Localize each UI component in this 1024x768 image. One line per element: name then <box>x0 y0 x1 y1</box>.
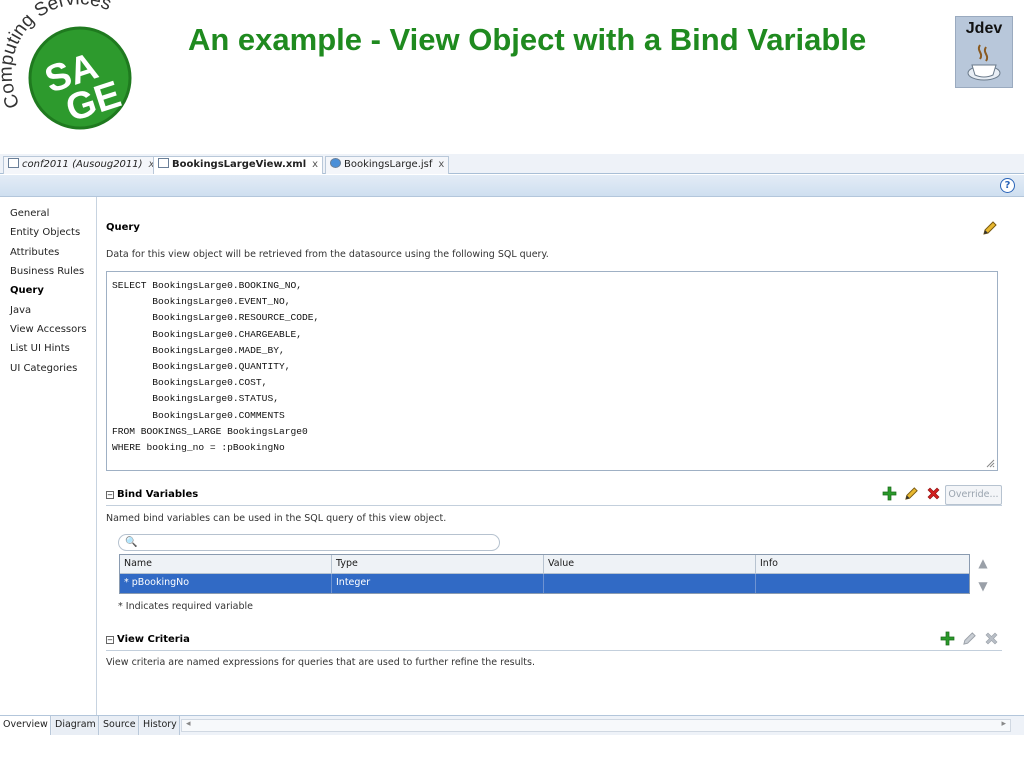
column-header-value[interactable]: Value <box>544 555 756 573</box>
xml-file-icon <box>158 158 169 168</box>
query-title: Query <box>106 222 140 233</box>
table-header: Name Type Value Info <box>120 555 969 574</box>
view-criteria-description: View criteria are named expressions for … <box>106 657 535 668</box>
table-row[interactable]: * pBookingNo Integer <box>120 574 969 593</box>
bind-variables-description: Named bind variables can be used in the … <box>106 513 447 524</box>
editor-tab-bar: conf2011 (Ausoug2011) x BookingsLargeView… <box>0 154 1024 174</box>
close-icon[interactable]: x <box>312 159 318 170</box>
column-header-type[interactable]: Type <box>332 555 544 573</box>
sql-query-textarea[interactable]: SELECT BookingsLarge0.BOOKING_NO, Bookin… <box>106 271 998 471</box>
section-divider <box>106 505 1002 506</box>
scroll-right-icon[interactable]: ▸ <box>1001 719 1006 729</box>
resize-grip-icon[interactable] <box>985 458 995 468</box>
cell-name[interactable]: * pBookingNo <box>120 574 332 593</box>
close-icon[interactable]: x <box>438 159 444 170</box>
edit-pencil-icon[interactable] <box>982 220 998 236</box>
cell-value[interactable] <box>544 574 756 593</box>
scroll-left-icon[interactable]: ◂ <box>186 719 191 729</box>
editor-header-band: ? <box>0 175 1024 197</box>
search-icon: 🔍 <box>125 537 138 548</box>
horizontal-scrollbar[interactable]: ◂ ▸ <box>181 719 1011 732</box>
collapse-icon[interactable]: − <box>106 491 114 499</box>
nav-item-entity-objects[interactable]: Entity Objects <box>10 227 80 238</box>
nav-item-list-ui-hints[interactable]: List UI Hints <box>10 343 70 354</box>
tab-source[interactable]: Source <box>100 716 139 735</box>
jdev-label: Jdev <box>965 20 1003 37</box>
nav-item-general[interactable]: General <box>10 208 49 219</box>
delete-icon[interactable] <box>926 486 941 501</box>
query-description: Data for this view object will be retrie… <box>106 249 549 260</box>
add-icon[interactable] <box>882 486 897 501</box>
nav-item-view-accessors[interactable]: View Accessors <box>10 324 87 335</box>
overview-nav: General Entity Objects Attributes Busine… <box>0 197 97 715</box>
cell-info[interactable] <box>756 574 969 593</box>
tab-overview[interactable]: Overview <box>0 716 51 735</box>
add-icon[interactable] <box>940 631 955 646</box>
jsf-file-icon <box>330 158 341 168</box>
edit-pencil-icon[interactable] <box>904 486 919 501</box>
edit-pencil-icon[interactable] <box>962 631 977 646</box>
override-button[interactable]: Override... <box>945 485 1002 505</box>
column-header-info[interactable]: Info <box>756 555 969 573</box>
nav-item-ui-categories[interactable]: UI Categories <box>10 363 77 374</box>
query-panel: Query Data for this view object will be … <box>98 197 1014 715</box>
jdev-badge: Jdev <box>955 16 1013 88</box>
nav-item-business-rules[interactable]: Business Rules <box>10 266 84 277</box>
help-icon[interactable]: ? <box>1000 178 1015 193</box>
editor-bottom-tabs: Overview Diagram Source History ◂ ▸ <box>0 715 1024 735</box>
cell-type[interactable]: Integer <box>332 574 544 593</box>
coffee-cup-icon <box>967 44 1001 81</box>
sql-text: SELECT BookingsLarge0.BOOKING_NO, Bookin… <box>112 280 320 454</box>
slide-title: An example - View Object with a Bind Var… <box>188 22 867 57</box>
view-criteria-title[interactable]: − View Criteria <box>106 634 190 645</box>
search-input[interactable] <box>141 536 491 549</box>
move-up-icon[interactable]: ▲ <box>976 556 990 570</box>
sage-logo: Computing Services SA GE <box>0 0 150 140</box>
column-header-name[interactable]: Name <box>120 555 332 573</box>
tab-bookingslargeview-xml[interactable]: BookingsLargeView.xml x <box>153 156 324 174</box>
nav-item-attributes[interactable]: Attributes <box>10 247 59 258</box>
bind-variables-table: Name Type Value Info * pBookingNo Intege… <box>119 554 970 594</box>
required-footnote: * Indicates required variable <box>118 601 253 612</box>
project-icon <box>8 158 19 168</box>
tab-conf2011[interactable]: conf2011 (Ausoug2011) x <box>3 156 160 174</box>
collapse-icon[interactable]: − <box>106 636 114 644</box>
tab-diagram[interactable]: Diagram <box>52 716 99 735</box>
tab-history[interactable]: History <box>140 716 180 735</box>
tab-bookingslarge-jsf[interactable]: BookingsLarge.jsf x <box>325 156 450 174</box>
bind-variables-title[interactable]: − Bind Variables <box>106 489 198 500</box>
bind-variable-search[interactable]: 🔍 <box>118 534 500 551</box>
nav-item-query[interactable]: Query <box>10 285 44 296</box>
move-down-icon[interactable]: ▼ <box>976 579 990 593</box>
delete-icon[interactable] <box>984 631 999 646</box>
nav-item-java[interactable]: Java <box>10 305 31 316</box>
section-divider <box>106 650 1002 651</box>
